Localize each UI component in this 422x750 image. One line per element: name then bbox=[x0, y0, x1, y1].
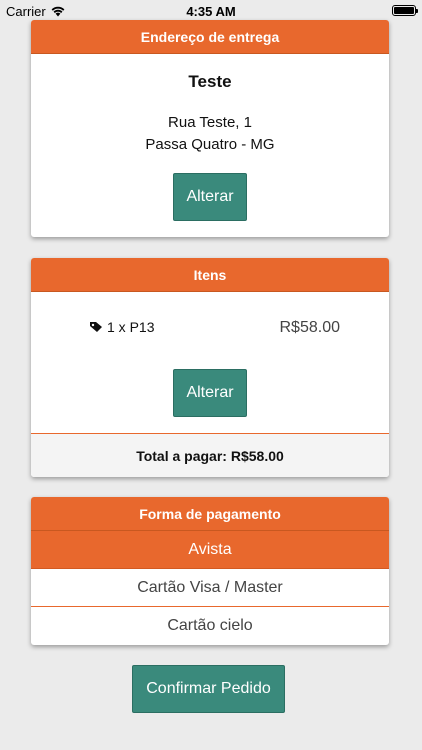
payment-option-avista[interactable]: Avista bbox=[31, 531, 389, 569]
status-right bbox=[392, 5, 418, 16]
status-bar: Carrier 4:35 AM bbox=[0, 0, 422, 22]
address-city: Passa Quatro - MG bbox=[145, 136, 275, 153]
payment-header: Forma de pagamento bbox=[31, 497, 389, 531]
address-header: Endereço de entrega bbox=[31, 20, 389, 54]
list-item: 1 x P13 R$58.00 bbox=[31, 292, 389, 365]
items-card: Itens 1 x P13 R$58.00 Alterar Total a pa… bbox=[31, 258, 389, 477]
address-card: Endereço de entrega Teste Rua Teste, 1 P… bbox=[31, 20, 389, 237]
tag-icon bbox=[90, 322, 102, 332]
payment-option-visa-master[interactable]: Cartão Visa / Master bbox=[31, 569, 389, 607]
items-button-wrap: Alterar bbox=[31, 369, 389, 417]
change-items-button[interactable]: Alterar bbox=[173, 369, 247, 417]
item-description: 1 x P13 bbox=[89, 319, 154, 335]
change-address-button[interactable]: Alterar bbox=[173, 173, 247, 221]
total-bar: Total a pagar: R$58.00 bbox=[31, 433, 389, 477]
payment-option-cielo[interactable]: Cartão cielo bbox=[31, 607, 389, 645]
item-price: R$58.00 bbox=[279, 319, 341, 336]
address-name: Teste bbox=[188, 72, 232, 91]
item-description-text: 1 x P13 bbox=[107, 319, 155, 335]
confirm-order-button[interactable]: Confirmar Pedido bbox=[132, 665, 285, 713]
battery-icon bbox=[392, 5, 418, 16]
status-time: 4:35 AM bbox=[186, 4, 236, 19]
address-button-wrap: Alterar bbox=[31, 173, 389, 221]
items-header: Itens bbox=[31, 258, 389, 292]
payment-card: Forma de pagamento Avista Cartão Visa / … bbox=[31, 497, 389, 645]
address-street: Rua Teste, 1 bbox=[168, 114, 252, 131]
